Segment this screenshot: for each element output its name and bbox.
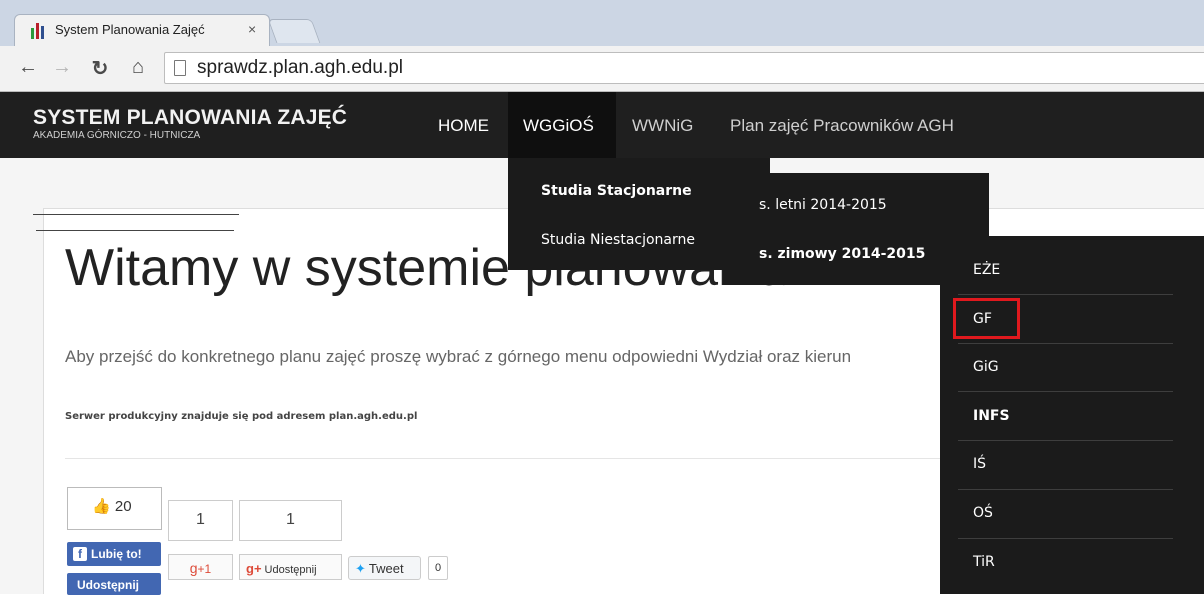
facebook-like-count: 👍 20 (67, 487, 162, 530)
address-bar[interactable]: sprawdz.plan.agh.edu.pl (164, 52, 1204, 84)
dropdown-item-infs[interactable]: INFS (973, 408, 1010, 424)
dropdown-divider (33, 214, 239, 215)
url-text[interactable]: sprawdz.plan.agh.edu.pl (197, 57, 403, 79)
browser-tab[interactable]: System Planowania Zajęć × (14, 14, 270, 46)
gplus-share-button[interactable]: g+ Udostępnij (239, 554, 342, 580)
intro-text: Aby przejść do konkretnego planu zajęć p… (65, 347, 852, 366)
tweet-button[interactable]: ✦ Tweet (348, 556, 421, 580)
gplus-share-label: Udostępnij (264, 564, 317, 576)
forward-icon[interactable]: → (50, 56, 74, 79)
menu-plan-pracownikow[interactable]: Plan zajęć Pracowników AGH (716, 92, 954, 158)
new-tab-button[interactable] (267, 19, 321, 43)
dropdown-divider (36, 230, 234, 231)
gplus-one-button[interactable]: g+1 (168, 554, 233, 580)
twitter-bird-icon: ✦ (355, 561, 366, 576)
dropdown-item-zimowy[interactable]: s. zimowy 2014-2015 (759, 246, 925, 262)
site-navbar: SYSTEM PLANOWANIA ZAJĘĆ AKADEMIA GÓRNICZ… (0, 92, 1204, 158)
gplus-one-label: +1 (197, 562, 212, 576)
gplus-icon: g (189, 560, 198, 576)
reload-icon[interactable]: ↻ (88, 56, 112, 81)
facebook-count-value: 20 (114, 498, 132, 515)
menu-wwnig[interactable]: WWNiG (617, 92, 693, 158)
dropdown-item-eze[interactable]: EŻE (973, 262, 1000, 278)
tab-close-icon[interactable]: × (248, 21, 256, 37)
menu-wggios[interactable]: WGGiOŚ (508, 92, 616, 158)
gplus-count: 1 (168, 500, 233, 541)
thumbs-up-icon: 👍 (92, 498, 111, 515)
gplus-share-count: 1 (239, 500, 342, 541)
back-icon[interactable]: ← (16, 56, 40, 79)
brand-title[interactable]: SYSTEM PLANOWANIA ZAJĘĆ (33, 106, 347, 130)
dropdown-item-tir[interactable]: TiR (973, 554, 995, 570)
dropdown-divider (958, 294, 1173, 295)
dropdown-divider (958, 489, 1173, 490)
dropdown-divider (958, 391, 1173, 392)
dropdown-item-gig[interactable]: GiG (973, 359, 999, 375)
site-favicon-icon (31, 23, 45, 39)
gplus-share-icon: g+ (246, 561, 262, 576)
dropdown-divider (958, 440, 1173, 441)
server-note: Serwer produkcyjny znajduje się pod adre… (65, 411, 418, 422)
home-icon[interactable]: ⌂ (126, 56, 150, 79)
facebook-icon: f (73, 547, 87, 561)
tab-title: System Planowania Zajęć (55, 22, 205, 37)
divider (65, 458, 1065, 459)
tweet-label: Tweet (368, 561, 404, 576)
page-icon (174, 60, 186, 76)
facebook-like-button[interactable]: f Lubię to! (67, 542, 161, 566)
dropdown-item-letni[interactable]: s. letni 2014-2015 (759, 197, 887, 213)
dropdown-divider (958, 343, 1173, 344)
tweet-count: 0 (428, 556, 448, 580)
brand-subtitle: AKADEMIA GÓRNICZO - HUTNICZA (33, 130, 201, 141)
browser-toolbar: ← → ↻ ⌂ sprawdz.plan.agh.edu.pl (0, 46, 1204, 92)
facebook-share-button[interactable]: Udostępnij (67, 573, 161, 595)
dropdown-item-is[interactable]: IŚ (973, 456, 986, 472)
menu-home[interactable]: HOME (422, 92, 503, 158)
dropdown-divider (958, 538, 1173, 539)
dropdown-item-os[interactable]: OŚ (973, 505, 993, 521)
browser-tab-strip: System Planowania Zajęć × (0, 0, 1204, 46)
highlight-box (953, 298, 1020, 339)
facebook-like-label: Lubię to! (91, 547, 142, 561)
